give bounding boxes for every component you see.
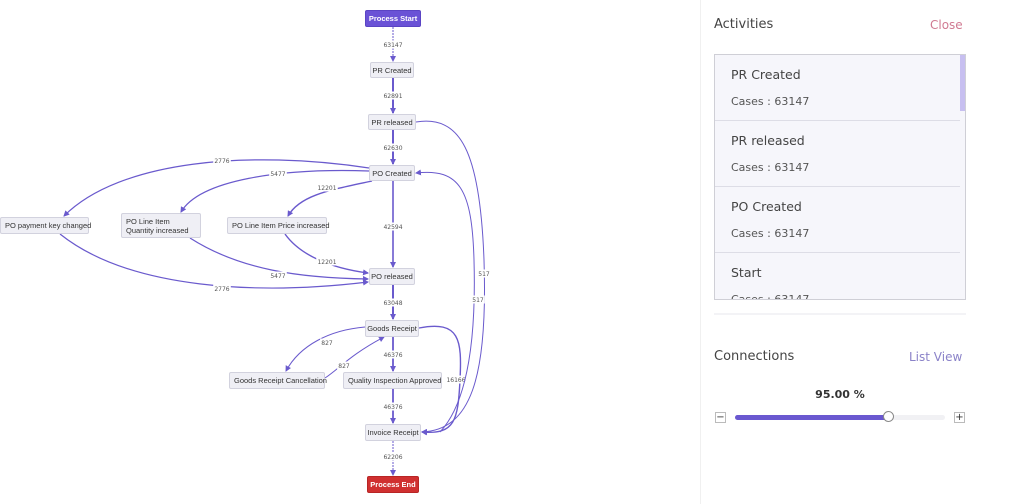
- side-panel: Activities Close PR Created Cases : 6314…: [700, 0, 1024, 504]
- activities-list[interactable]: PR Created Cases : 63147 PR released Cas…: [714, 54, 966, 300]
- connections-slider-thumb[interactable]: [883, 411, 895, 422]
- edge-count-label: 5477: [270, 171, 285, 178]
- edge-count-label: 16166: [446, 377, 465, 384]
- edge-count-label: 517: [472, 297, 484, 304]
- edge-invoice-to-po_created[interactable]: [415, 169, 475, 433]
- connections-slider-fill: [735, 415, 890, 420]
- edge-count-label: 62891: [383, 93, 402, 100]
- list-view-button[interactable]: List View: [909, 350, 962, 364]
- activity-name: Start: [731, 265, 762, 280]
- node-pr-released[interactable]: PR released: [368, 114, 416, 130]
- activity-name: PR released: [731, 133, 805, 148]
- edge-count-label: 517: [478, 271, 490, 278]
- node-invoice-receipt[interactable]: Invoice Receipt: [365, 424, 421, 441]
- edge-count-label: 62206: [383, 454, 402, 461]
- process-graph-canvas[interactable]: 63147 62891 62630 42594 2776 5477 12201 2776 547…: [0, 0, 700, 504]
- edge-count-label: 63147: [383, 42, 402, 49]
- activity-cases: Cases : 63147: [731, 161, 810, 174]
- edge-count-label: 46376: [383, 352, 402, 359]
- connections-title: Connections: [714, 349, 795, 364]
- node-process-end[interactable]: Process End: [367, 476, 419, 493]
- activity-item[interactable]: PR released Cases : 63147: [715, 121, 960, 187]
- node-goods-receipt[interactable]: Goods Receipt: [365, 320, 419, 337]
- node-po-payment-key-changed[interactable]: PO payment key changed: [0, 217, 91, 234]
- activity-cases: Cases : 63147: [731, 293, 810, 300]
- activities-title: Activities: [714, 17, 774, 32]
- edge-count-label: 42594: [383, 224, 402, 231]
- node-po-released[interactable]: PO released: [369, 268, 415, 285]
- edge-count-label: 63048: [383, 300, 402, 307]
- edge-count-label: 827: [321, 340, 333, 347]
- process-graph-edges: 63147 62891 62630 42594 2776 5477 12201 2776 547…: [59, 27, 491, 476]
- edge-count-label: 46376: [383, 404, 402, 411]
- activity-item[interactable]: PO Created Cases : 63147: [715, 187, 960, 253]
- panel-divider: [714, 313, 966, 315]
- node-po-line-item-price-increased[interactable]: PO Line Item Price increased: [227, 217, 330, 234]
- activity-item[interactable]: PR Created Cases : 63147: [715, 55, 960, 121]
- activity-cases: Cases : 63147: [731, 227, 810, 240]
- edge-count-label: 12201: [317, 259, 336, 266]
- activity-name: PR Created: [731, 67, 801, 82]
- connections-slider-value: 95.00 %: [815, 388, 865, 401]
- increase-button[interactable]: +: [954, 412, 965, 423]
- decrease-button[interactable]: −: [715, 412, 726, 423]
- edge-count-label: 62630: [383, 145, 402, 152]
- close-button[interactable]: Close: [930, 18, 963, 32]
- activity-item[interactable]: Start Cases : 63147: [715, 253, 960, 300]
- node-process-start[interactable]: Process Start: [365, 10, 421, 27]
- node-goods-receipt-cancellation[interactable]: Goods Receipt Cancellation: [229, 372, 327, 389]
- node-pr-created[interactable]: PR Created: [370, 62, 414, 78]
- edge-count-label: 5477: [270, 273, 285, 280]
- node-po-created[interactable]: PO Created: [369, 165, 415, 181]
- connections-slider[interactable]: [735, 411, 945, 422]
- node-po-line-item-quantity-increased[interactable]: PO Line Item Quantity increased: [121, 213, 201, 238]
- edge-count-label: 12201: [317, 185, 336, 192]
- node-quality-inspection-approved[interactable]: Quality Inspection Approved: [343, 372, 442, 389]
- activity-name: PO Created: [731, 199, 802, 214]
- activity-cases: Cases : 63147: [731, 95, 810, 108]
- edge-count-label: 827: [338, 363, 350, 370]
- edge-count-label: 2776: [214, 158, 229, 165]
- edge-po_price-to-po_released[interactable]: [284, 233, 369, 276]
- edge-count-label: 2776: [214, 286, 229, 293]
- activities-scrollbar[interactable]: [960, 55, 965, 111]
- edge-goods_receipt-to-gr_cancel[interactable]: [285, 326, 366, 372]
